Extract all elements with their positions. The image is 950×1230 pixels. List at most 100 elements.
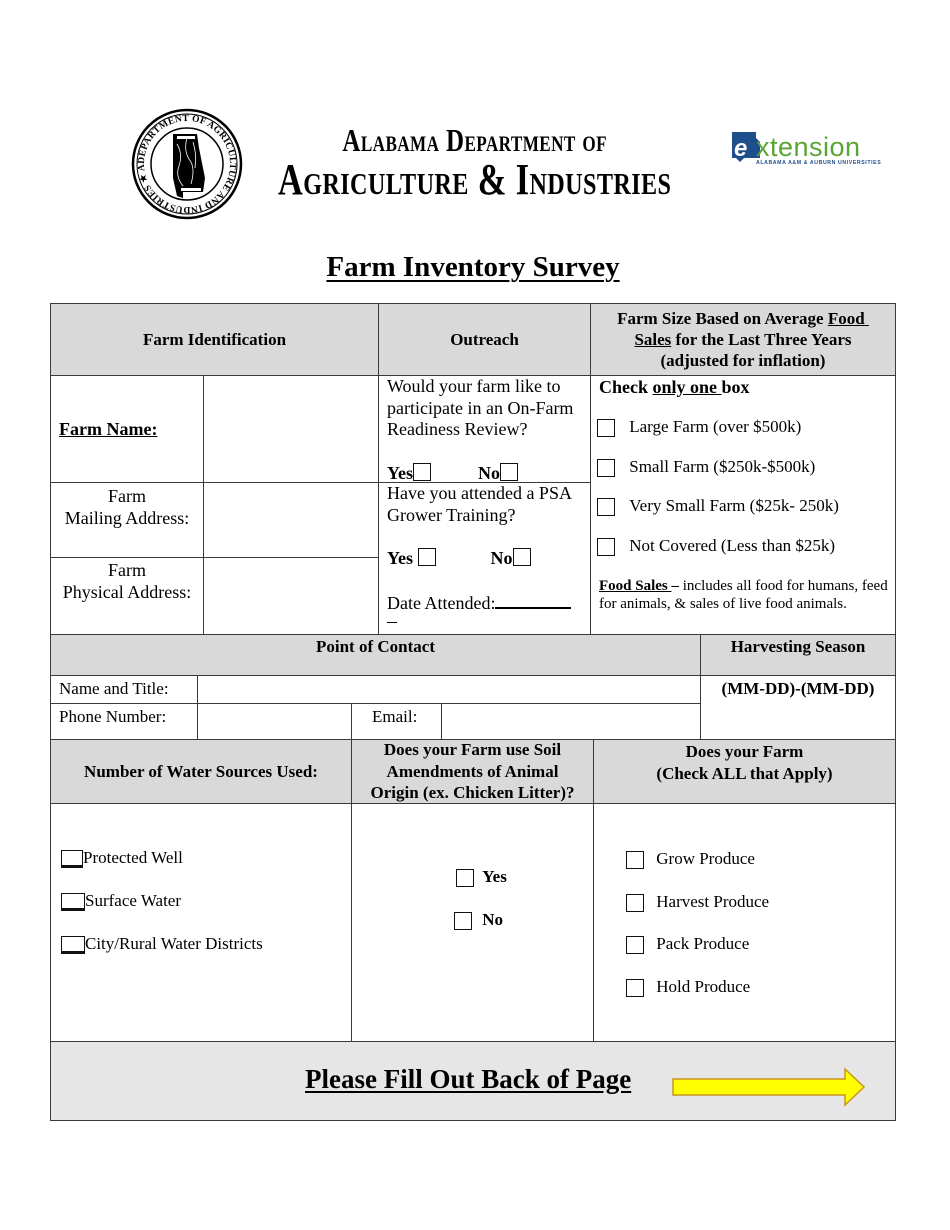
water-option-city-rural[interactable]: City/Rural Water Districts: [61, 933, 263, 955]
svg-text:ALABAMA A&M & AUBURN UNIVERSIT: ALABAMA A&M & AUBURN UNIVERSITIES: [756, 160, 881, 166]
psa-no-checkbox[interactable]: [512, 547, 531, 566]
email-label: Email:: [372, 707, 418, 726]
phone-number-label: Phone Number:: [59, 707, 167, 726]
soil-heading-line-2: Amendments of Animal: [386, 761, 559, 781]
small-farm-checkbox[interactable]: [597, 459, 615, 478]
harvesting-season-heading: Harvesting Season: [701, 634, 895, 676]
physical-address-label-cell: Farm Physical Address:: [51, 558, 204, 634]
food-sales-dash: –: [671, 578, 680, 594]
psa-yes-checkbox[interactable]: [417, 547, 436, 566]
farm-inventory-form: Farm Identification Outreach Farm Size B…: [50, 303, 896, 1121]
farm-size-options: Check only one box Large Farm (over $500…: [591, 376, 895, 634]
farm-size-option-very-small[interactable]: Very Small Farm ($25k- 250k): [597, 495, 839, 517]
arrow-right-icon: [672, 1067, 866, 1107]
phone-number-input[interactable]: [198, 704, 352, 739]
name-title-input[interactable]: [198, 676, 701, 704]
pack-produce-label: Pack Produce: [656, 934, 750, 953]
readiness-review-question: Would your farm like to participate in a…: [387, 376, 574, 439]
farm-identification-heading-text: Farm Identification: [142, 330, 287, 349]
date-attended-underscore: [387, 622, 397, 623]
psa-training-question: Have you attended a PSA Grower Training?: [387, 483, 571, 525]
svg-text:e: e: [734, 135, 747, 162]
physical-address-label-1: Farm: [108, 560, 146, 580]
soil-option-yes[interactable]: Yes: [456, 866, 507, 888]
grow-produce-label: Grow Produce: [656, 849, 755, 868]
psa-training-options: Yes No: [387, 547, 531, 569]
soil-heading-line-1: Does your Farm use Soil: [383, 740, 562, 760]
grow-produce-checkbox[interactable]: [626, 851, 644, 870]
activity-harvest-produce[interactable]: Harvest Produce: [626, 891, 770, 913]
readiness-yes-label: Yes: [387, 463, 413, 483]
pack-produce-checkbox[interactable]: [626, 936, 644, 955]
harvest-produce-checkbox[interactable]: [626, 894, 644, 913]
mailing-address-label-1: Farm: [108, 486, 146, 506]
email-label-cell: Email:: [352, 704, 442, 739]
harvesting-season-input[interactable]: (MM-DD)-(MM-DD): [701, 676, 895, 739]
activities-heading-line-2: (Check ALL that Apply): [656, 763, 833, 783]
very-small-farm-checkbox[interactable]: [597, 498, 615, 517]
farm-size-instruction: Check only one box: [599, 376, 895, 398]
activity-pack-produce[interactable]: Pack Produce: [626, 933, 750, 955]
farm-identification-heading: Farm Identification: [51, 304, 379, 376]
date-attended: Date Attended:: [387, 591, 572, 623]
soil-amendments-heading: Does your Farm use Soil Amendments of An…: [352, 739, 594, 804]
farm-activities-heading: Does your Farm (Check ALL that Apply): [594, 739, 895, 804]
physical-address-input[interactable]: [204, 558, 379, 634]
soil-option-no[interactable]: No: [454, 909, 504, 931]
page-title: Farm Inventory Survey: [326, 251, 620, 283]
date-attended-label: Date Attended:: [387, 593, 496, 613]
name-title-label-cell: Name and Title:: [51, 676, 198, 704]
footer-band: Please Fill Out Back of Page: [51, 1041, 895, 1120]
activity-hold-produce[interactable]: Hold Produce: [626, 976, 750, 998]
department-wordmark: Alabama Department of Agriculture & Indu…: [268, 122, 681, 202]
surface-water-checkbox[interactable]: [61, 893, 85, 912]
activities-heading-line-1: Does your Farm: [685, 742, 804, 761]
instruction-post: box: [721, 377, 750, 397]
harvesting-season-format: (MM-DD)-(MM-DD): [721, 679, 875, 698]
large-farm-checkbox[interactable]: [597, 419, 615, 438]
mailing-address-label-2: Mailing Address:: [64, 508, 190, 528]
readiness-yes-checkbox[interactable]: [413, 462, 431, 481]
farm-size-heading: Farm Size Based on Average Food Sales fo…: [591, 304, 895, 376]
hold-produce-checkbox[interactable]: [626, 979, 644, 998]
department-line-1: Alabama Department of: [342, 122, 607, 158]
email-input[interactable]: [442, 704, 701, 739]
date-attended-input[interactable]: [495, 591, 572, 609]
mailing-address-input[interactable]: [204, 483, 379, 558]
farm-size-option-large[interactable]: Large Farm (over $500k): [597, 416, 801, 438]
soil-no-label: No: [482, 910, 504, 929]
not-covered-checkbox[interactable]: [597, 538, 615, 557]
extension-logo-icon: e xtension ALABAMA A&M & AUBURN UNIVERSI…: [732, 132, 881, 166]
city-rural-water-checkbox[interactable]: [61, 936, 85, 955]
farm-name-input[interactable]: [204, 376, 379, 483]
instruction-pre: Check: [599, 377, 653, 397]
harvesting-season-heading-text: Harvesting Season: [730, 637, 866, 656]
readiness-no-checkbox[interactable]: [500, 462, 518, 481]
outreach-heading-text: Outreach: [450, 330, 519, 349]
readiness-no-label: No: [478, 463, 500, 483]
surface-water-label: Surface Water: [85, 891, 182, 910]
water-option-protected-well[interactable]: Protected Well: [61, 847, 183, 869]
soil-no-checkbox[interactable]: [454, 912, 472, 931]
farm-size-heading-post: for the Last Three Years: [671, 330, 852, 349]
harvest-produce-label: Harvest Produce: [656, 892, 770, 911]
city-rural-water-label: City/Rural Water Districts: [85, 934, 263, 953]
farm-size-option-not-covered[interactable]: Not Covered (Less than $25k): [597, 535, 835, 557]
water-option-surface-water[interactable]: Surface Water: [61, 890, 182, 912]
activity-grow-produce[interactable]: Grow Produce: [626, 848, 755, 870]
water-sources-heading: Number of Water Sources Used:: [51, 739, 352, 804]
food-sales-term: Food Sales: [599, 578, 672, 594]
soil-yes-label: Yes: [482, 867, 507, 886]
farm-size-heading-pre: Farm Size Based on Average: [617, 309, 828, 328]
farm-size-heading-line3: (adjusted for inflation): [660, 351, 826, 370]
outreach-readiness-review: Would your farm like to participate in a…: [379, 376, 591, 483]
name-title-label: Name and Title:: [59, 679, 169, 698]
farm-name-label: Farm Name:: [59, 419, 158, 439]
farm-size-option-small[interactable]: Small Farm ($250k-$500k): [597, 456, 815, 478]
instruction-only-one: only one: [652, 377, 722, 397]
mailing-address-label-cell: Farm Mailing Address:: [51, 483, 204, 558]
phone-label-cell: Phone Number:: [51, 704, 198, 739]
farm-size-heading-sales: Sales: [634, 330, 672, 349]
protected-well-checkbox[interactable]: [61, 850, 83, 869]
soil-yes-checkbox[interactable]: [456, 869, 474, 888]
